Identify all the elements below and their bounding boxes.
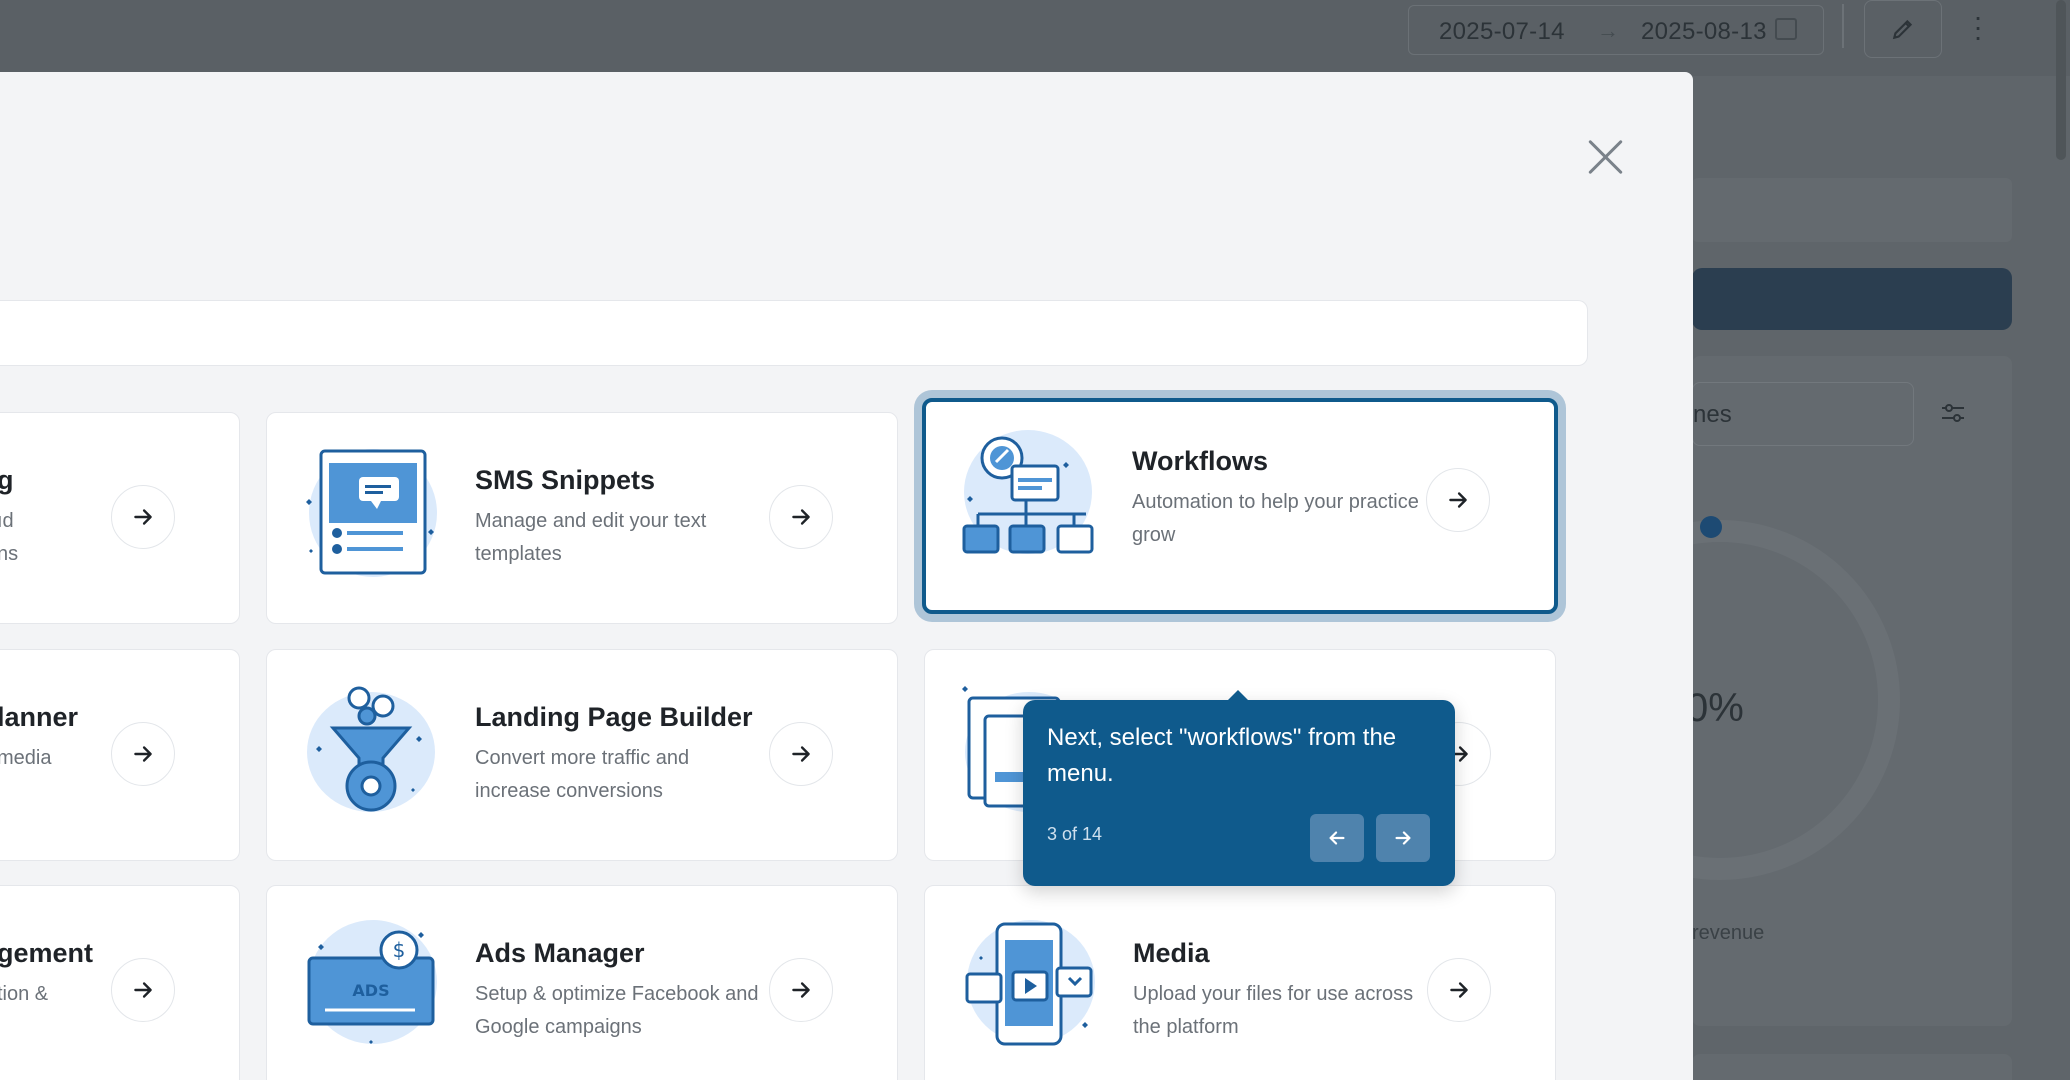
background-input	[1692, 178, 2012, 242]
pencil-icon	[1892, 19, 1913, 40]
card-arrow-button[interactable]	[1426, 468, 1490, 532]
media-icon	[959, 912, 1099, 1052]
card-arrow-button[interactable]	[769, 958, 833, 1022]
card-desc: Convert more traffic and increase conver…	[475, 747, 690, 802]
app-card[interactable]: gement tion &	[0, 885, 240, 1080]
arrow-right-icon	[134, 982, 152, 998]
landing-page-builder-icon	[301, 676, 441, 816]
card-desc: ıdns	[0, 510, 19, 565]
background-card	[1692, 1054, 2012, 1080]
card-desc: Automation to help your practice grow	[1132, 491, 1419, 546]
scrollbar[interactable]	[2056, 0, 2066, 160]
arrow-right-icon	[792, 746, 810, 762]
app-card[interactable]: g ıdns	[0, 412, 240, 624]
arrow-right-icon	[792, 982, 810, 998]
background-banner	[1692, 268, 2012, 330]
calendar-icon	[1775, 18, 1797, 40]
card-title: gement	[0, 938, 94, 968]
date-start: 2025-07-14	[1439, 18, 1565, 45]
tour-tooltip: Next, select "workflows" from the menu. …	[1023, 690, 1455, 886]
sms-snippets-icon	[301, 439, 441, 579]
select-value: nes	[1693, 401, 1732, 428]
card-arrow-button[interactable]	[769, 722, 833, 786]
arrow-left-icon	[1329, 831, 1345, 845]
app-card-sms-snippets[interactable]: SMS Snippets Manage and edit your text t…	[266, 412, 898, 624]
card-desc: media	[0, 747, 52, 769]
card-title: lanner	[0, 702, 79, 732]
arrow-right-icon	[134, 509, 152, 525]
close-icon[interactable]	[1580, 132, 1630, 182]
app-card-ads-manager[interactable]: $ ADS Ads Manager Setup & optimize Faceb…	[266, 885, 898, 1080]
donut-value: 0%	[1686, 686, 1744, 730]
tour-step-counter: 3 of 14	[1047, 824, 1103, 844]
card-arrow-button[interactable]	[769, 485, 833, 549]
revenue-label: revenue	[1692, 922, 1765, 944]
tour-next-button[interactable]	[1376, 814, 1430, 862]
tour-prev-button[interactable]	[1310, 814, 1364, 862]
card-arrow-button[interactable]	[1427, 958, 1491, 1022]
card-title: Ads Manager	[475, 938, 645, 968]
card-desc: Manage and edit your text templates	[475, 510, 707, 565]
tour-message: Next, select "workflows" from the menu.	[1047, 724, 1397, 787]
card-arrow-button[interactable]	[111, 485, 175, 549]
app-card-media[interactable]: Media Upload your files for use across t…	[924, 885, 1556, 1080]
card-arrow-button[interactable]	[111, 722, 175, 786]
app-card[interactable]: lanner media	[0, 649, 240, 861]
card-desc: Upload your files for use across the pla…	[1133, 983, 1414, 1038]
card-desc: tion &	[0, 983, 49, 1005]
apps-modal: g ıdns SMS Snippets Manage and edit your…	[0, 72, 1693, 1080]
arrow-right-icon	[792, 509, 810, 525]
date-end: 2025-08-13	[1641, 18, 1767, 45]
card-title: SMS Snippets	[475, 465, 656, 495]
card-arrow-button[interactable]	[111, 958, 175, 1022]
arrow-right-icon: →	[1597, 18, 1619, 43]
card-title: Media	[1133, 938, 1210, 968]
svg-text:ADS: ADS	[352, 981, 389, 1000]
arrow-right-icon	[1449, 492, 1467, 508]
arrow-right-icon	[1395, 831, 1411, 845]
divider	[1842, 4, 1844, 48]
search-input[interactable]	[0, 300, 1588, 366]
card-desc: Setup & optimize Facebook and Google cam…	[475, 983, 759, 1038]
background-select[interactable]: nes	[1692, 382, 1914, 446]
app-card-workflows[interactable]: Workflows Automation to help your practi…	[922, 398, 1558, 614]
arrow-right-icon	[134, 746, 152, 762]
card-title: Landing Page Builder	[475, 702, 753, 732]
date-range-picker[interactable]: 2025-07-14 → 2025-08-13	[1408, 5, 1824, 55]
workflows-icon	[956, 422, 1096, 562]
card-title: Workflows	[1132, 446, 1269, 476]
more-vertical-icon[interactable]: · · ·	[1968, 3, 1988, 51]
app-card-landing-page-builder[interactable]: Landing Page Builder Convert more traffi…	[266, 649, 898, 861]
ads-manager-icon: $ ADS	[301, 912, 441, 1052]
svg-text:$: $	[393, 938, 406, 962]
arrow-right-icon	[1450, 982, 1468, 998]
edit-button[interactable]	[1864, 0, 1942, 58]
filter-icon[interactable]	[1940, 402, 1966, 424]
card-title: g	[0, 465, 14, 495]
donut-marker	[1700, 516, 1722, 538]
